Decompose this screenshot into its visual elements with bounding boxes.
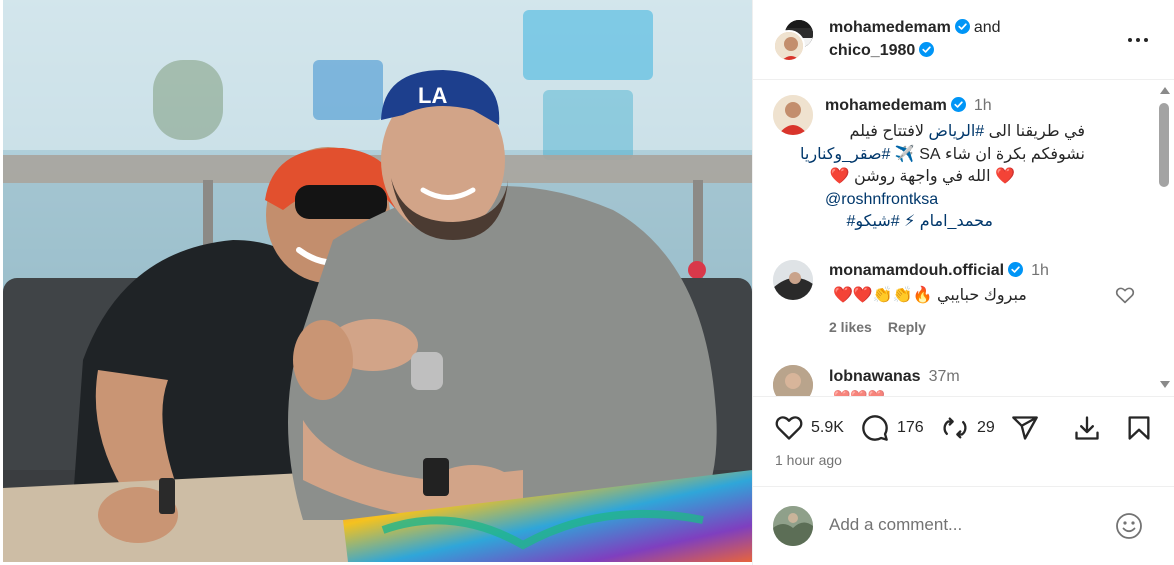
paper-plane-icon: [1012, 416, 1038, 440]
comment-avatar-lobnawanas[interactable]: [773, 365, 813, 396]
caption-line2-text: نشوفكم بكرة ان شاء SA ✈️: [890, 145, 1085, 163]
comment-avatar-monamamdouh[interactable]: [773, 260, 813, 300]
caption-line1-text: في طريقنا الى: [984, 123, 1085, 140]
comments-scrollbar[interactable]: [1157, 81, 1171, 396]
action-bar: 5.9K 176 29: [753, 396, 1174, 458]
verified-badge-icon: [919, 42, 935, 57]
caption-header: mohamedemam 1h: [825, 97, 992, 115]
comment-likes-count[interactable]: 2 likes: [829, 319, 872, 335]
comment-time[interactable]: 1h: [1031, 262, 1049, 279]
likes-count[interactable]: 5.9K: [811, 419, 844, 437]
comment-time[interactable]: 37m: [929, 368, 960, 385]
post-side-panel: mohamedemam and chico_1980 mohamedemam 1h …: [752, 0, 1174, 565]
caption-username[interactable]: mohamedemam: [825, 97, 947, 114]
username-chico[interactable]: chico_1980: [829, 42, 915, 59]
comment-button[interactable]: 176: [861, 414, 924, 442]
scrollbar-thumb[interactable]: [1159, 103, 1169, 187]
hashtag-chico-link[interactable]: ⚡ #شيكو#: [846, 213, 915, 230]
comment-meta: 2 likes Reply: [829, 319, 926, 335]
comment-username[interactable]: monamamdouh.official: [829, 262, 1004, 279]
comments-count[interactable]: 176: [897, 419, 924, 437]
share-button[interactable]: [1011, 414, 1039, 442]
caption-time[interactable]: 1h: [974, 97, 992, 114]
comment-like-heart-icon[interactable]: [1115, 286, 1135, 304]
post-header: mohamedemam and chico_1980: [753, 0, 1174, 80]
verified-badge-icon: [1008, 262, 1024, 277]
comment-text: مبروك حبايبي 🔥👏👏❤️❤️: [833, 287, 1027, 304]
comment-reply-button[interactable]: Reply: [888, 319, 926, 335]
and-label: and: [973, 19, 1001, 36]
collab-line-2: chico_1980: [829, 42, 935, 60]
hashtag-mohamed-emam-link[interactable]: محمد_امام: [920, 213, 993, 230]
comment-bubble-icon: [862, 415, 888, 441]
collab-avatars[interactable]: [773, 18, 817, 62]
save-button[interactable]: [1125, 414, 1153, 442]
caption-line1-rest: لافتتاح فيلم: [849, 123, 929, 140]
post-photo[interactable]: LA: [3, 0, 752, 562]
hashtag-film-link[interactable]: #صقر_وكناريا: [800, 146, 890, 163]
more-horizontal-icon[interactable]: [1127, 30, 1149, 50]
verified-badge-icon: [950, 97, 966, 112]
caption-avatar[interactable]: [773, 95, 813, 135]
download-icon: [1075, 416, 1099, 440]
scroll-up-arrow-icon[interactable]: [1160, 87, 1170, 94]
comment-header: lobnawanas 37m: [829, 368, 960, 386]
download-button[interactable]: [1073, 414, 1101, 442]
current-user-avatar: [773, 506, 813, 546]
caption-text: في طريقنا الى #الرياض لافتتاح فيلم نشوفك…: [800, 121, 1135, 234]
emoji-icon[interactable]: [1115, 512, 1143, 540]
heart-icon: [775, 416, 803, 440]
photo-illustration: LA: [3, 0, 752, 562]
comment-header: monamamdouh.official 1h: [829, 262, 1049, 280]
svg-text:LA: LA: [418, 83, 447, 108]
comment-text: ❤️❤️❤️: [833, 389, 885, 396]
username-mohamedemam[interactable]: mohamedemam: [829, 19, 951, 36]
caption-line3: ❤️ الله في واجهة روشن ❤️: [829, 168, 1015, 185]
comment-username[interactable]: lobnawanas: [829, 368, 921, 385]
collab-line-1: mohamedemam and: [829, 19, 1001, 37]
verified-badge-icon: [954, 19, 970, 34]
comments-scroll-area[interactable]: mohamedemam 1h في طريقنا الى #الرياض لافت…: [753, 81, 1174, 396]
hashtag-riyadh-link[interactable]: #الرياض: [928, 123, 984, 140]
reposts-count[interactable]: 29: [977, 419, 995, 437]
bookmark-icon: [1128, 416, 1150, 440]
avatar-mohamedemam[interactable]: [773, 30, 805, 62]
post-timestamp[interactable]: 1 hour ago: [775, 452, 842, 468]
like-button[interactable]: 5.9K: [775, 414, 844, 442]
repost-button[interactable]: 29: [941, 414, 995, 442]
mention-roshnfrontksa-link[interactable]: @roshnfrontksa: [825, 191, 938, 208]
add-comment-bar: [753, 486, 1174, 565]
repost-icon: [943, 417, 967, 439]
scroll-down-arrow-icon[interactable]: [1160, 381, 1170, 388]
add-comment-input[interactable]: [829, 515, 1109, 535]
post-dialog: LA mohamedemam and chico_1980 mohamedema…: [0, 0, 1174, 565]
